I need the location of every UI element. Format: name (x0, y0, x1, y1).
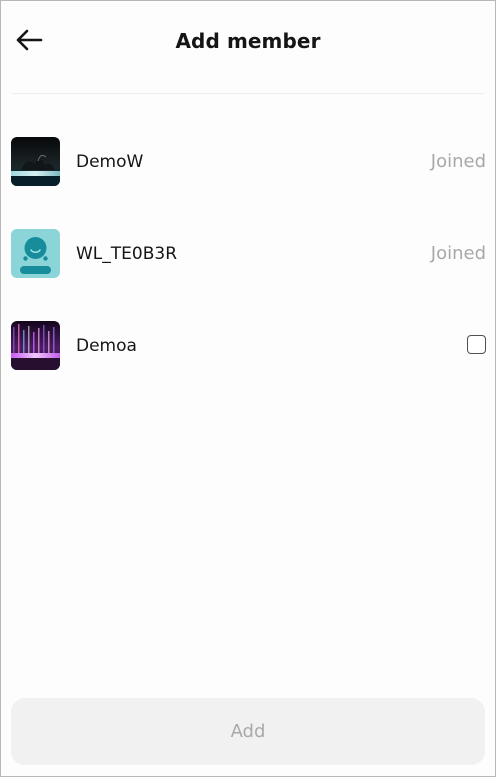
member-name: WL_TE0B3R (76, 244, 178, 264)
member-row-wl-te0b3r: WL_TE0B3R Joined (1, 201, 495, 293)
member-name: DemoW (76, 152, 144, 172)
purple-light-photo (11, 321, 60, 370)
member-status: Joined (430, 243, 486, 264)
header-divider (11, 93, 485, 94)
member-row-demow: DemoW Joined (1, 109, 495, 201)
member-select-checkbox[interactable] (467, 335, 486, 354)
page-header: Add member (1, 1, 495, 94)
default-user-icon (11, 229, 60, 278)
avatar (11, 321, 60, 370)
add-member-screen: Add member DemoW Joined WL_TE0B3R Joined… (0, 0, 496, 777)
dark-landscape-photo (11, 137, 60, 186)
avatar (11, 137, 60, 186)
member-status: Joined (430, 151, 486, 172)
page-title: Add member (175, 29, 321, 53)
member-row-demoa[interactable]: Demoa (1, 293, 495, 385)
add-button[interactable]: Add (11, 698, 485, 765)
member-name: Demoa (76, 336, 137, 356)
avatar (11, 229, 60, 278)
